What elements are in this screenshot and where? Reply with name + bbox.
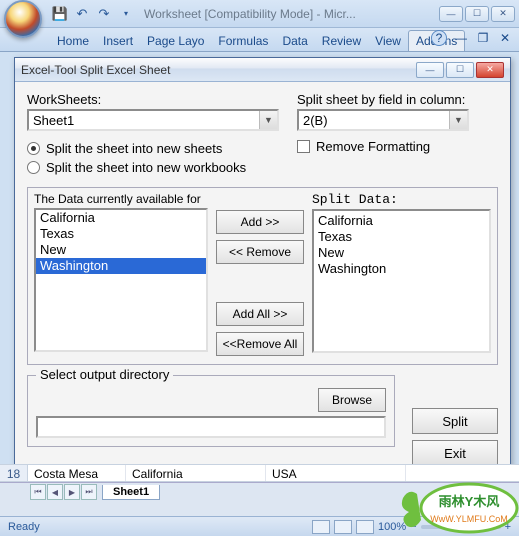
chevron-down-icon[interactable]: ▼ xyxy=(449,111,467,129)
list-item[interactable]: California xyxy=(36,210,206,226)
list-item[interactable]: Texas xyxy=(36,226,206,242)
row-number[interactable]: 18 xyxy=(0,465,28,481)
zoom-level[interactable]: 100% xyxy=(378,521,406,533)
list-item[interactable]: New xyxy=(318,245,485,261)
radio-icon xyxy=(27,161,40,174)
save-icon[interactable]: 💾 xyxy=(52,6,68,22)
tab-next-icon[interactable]: ▶ xyxy=(64,484,80,500)
dialog-close-button[interactable]: ✕ xyxy=(476,62,504,78)
radio-new-workbooks[interactable]: Split the sheet into new workbooks xyxy=(27,160,279,175)
page-break-view-icon[interactable] xyxy=(356,520,374,534)
qat-dropdown-icon[interactable]: ▾ xyxy=(118,6,134,22)
split-column-label: Split sheet by field in column: xyxy=(297,92,469,107)
tab-last-icon[interactable]: ⏭ xyxy=(81,484,97,500)
sheet-tab[interactable]: Sheet1 xyxy=(102,485,160,500)
tab-page-layout[interactable]: Page Layo xyxy=(140,31,211,51)
grid-row: 18 Costa Mesa California USA xyxy=(0,464,519,482)
output-directory-group: Select output directory Browse xyxy=(27,375,395,447)
window-title: Worksheet [Compatibility Mode] - Micr... xyxy=(144,7,439,21)
undo-icon[interactable]: ↶ xyxy=(74,6,90,22)
split-dialog: Excel-Tool Split Excel Sheet — ☐ ✕ WorkS… xyxy=(14,57,511,477)
page-layout-view-icon[interactable] xyxy=(334,520,352,534)
redo-icon[interactable]: ↷ xyxy=(96,6,112,22)
add-all-button[interactable]: Add All >> xyxy=(216,302,304,326)
cell[interactable]: Costa Mesa xyxy=(28,465,126,481)
cell[interactable]: California xyxy=(126,465,266,481)
chevron-down-icon[interactable]: ▼ xyxy=(259,111,277,129)
tab-formulas[interactable]: Formulas xyxy=(211,31,275,51)
dialog-minimize-button[interactable]: — xyxy=(416,62,444,78)
doc-restore-icon[interactable]: ❐ xyxy=(475,30,491,46)
minimize-button[interactable]: — xyxy=(439,6,463,22)
browse-button[interactable]: Browse xyxy=(318,388,386,412)
add-button[interactable]: Add >> xyxy=(216,210,304,234)
dialog-maximize-button[interactable]: ☐ xyxy=(446,62,474,78)
dialog-title: Excel-Tool Split Excel Sheet xyxy=(21,63,416,77)
zoom-in-icon[interactable]: + xyxy=(505,521,511,533)
list-item[interactable]: Washington xyxy=(36,258,206,274)
office-button[interactable] xyxy=(4,0,42,38)
doc-close-icon[interactable]: ✕ xyxy=(497,30,513,46)
output-legend: Select output directory xyxy=(36,367,173,382)
tab-data[interactable]: Data xyxy=(275,31,314,51)
split-column-value: 2(B) xyxy=(303,113,328,128)
tab-insert[interactable]: Insert xyxy=(96,31,140,51)
tab-home[interactable]: Home xyxy=(50,31,96,51)
list-item[interactable]: Texas xyxy=(318,229,485,245)
help-icon[interactable]: ? xyxy=(431,30,447,46)
data-transfer-area: The Data currently available for Califor… xyxy=(27,187,498,365)
radio-new-sheets[interactable]: Split the sheet into new sheets xyxy=(27,141,279,156)
titlebar: 💾 ↶ ↷ ▾ Worksheet [Compatibility Mode] -… xyxy=(0,0,519,28)
list-item[interactable]: Washington xyxy=(318,261,485,277)
normal-view-icon[interactable] xyxy=(312,520,330,534)
maximize-button[interactable]: ☐ xyxy=(465,6,489,22)
worksheets-combo[interactable]: Sheet1 ▼ xyxy=(27,109,279,131)
split-column-combo[interactable]: 2(B) ▼ xyxy=(297,109,469,131)
split-button[interactable]: Split xyxy=(412,408,498,434)
zoom-slider[interactable] xyxy=(421,525,501,529)
zoom-out-icon[interactable]: − xyxy=(410,521,416,533)
close-button[interactable]: ✕ xyxy=(491,6,515,22)
worksheets-value: Sheet1 xyxy=(33,113,74,128)
worksheets-label: WorkSheets: xyxy=(27,92,279,107)
status-bar: Ready 100% − + xyxy=(0,516,519,536)
remove-all-button[interactable]: <<Remove All xyxy=(216,332,304,356)
checkbox-icon xyxy=(297,140,310,153)
sheet-tab-bar: ⏮ ◀ ▶ ⏭ Sheet1 xyxy=(0,482,519,516)
split-data-label: Split Data: xyxy=(312,192,491,207)
output-path-field[interactable] xyxy=(36,416,386,438)
list-item[interactable]: New xyxy=(36,242,206,258)
exit-button[interactable]: Exit xyxy=(412,440,498,466)
cell[interactable]: USA xyxy=(266,465,406,481)
status-ready: Ready xyxy=(8,521,40,533)
available-label: The Data currently available for xyxy=(34,192,208,206)
remove-button[interactable]: << Remove xyxy=(216,240,304,264)
available-listbox[interactable]: California Texas New Washington xyxy=(34,208,208,352)
tab-first-icon[interactable]: ⏮ xyxy=(30,484,46,500)
doc-minimize-icon[interactable]: — xyxy=(453,30,469,46)
remove-formatting-checkbox[interactable]: Remove Formatting xyxy=(297,139,469,154)
split-data-listbox[interactable]: California Texas New Washington xyxy=(312,209,491,353)
list-item[interactable]: California xyxy=(318,213,485,229)
tab-view[interactable]: View xyxy=(368,31,408,51)
tab-prev-icon[interactable]: ◀ xyxy=(47,484,63,500)
dialog-titlebar[interactable]: Excel-Tool Split Excel Sheet — ☐ ✕ xyxy=(15,58,510,82)
quick-access-toolbar: 💾 ↶ ↷ ▾ xyxy=(52,6,134,22)
radio-icon xyxy=(27,142,40,155)
tab-review[interactable]: Review xyxy=(315,31,368,51)
